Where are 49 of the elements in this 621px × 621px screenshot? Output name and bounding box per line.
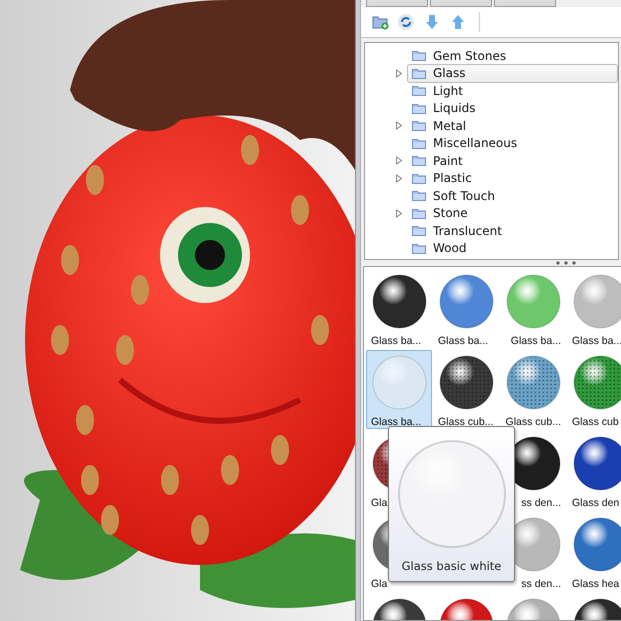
up-arrow-icon[interactable] (449, 13, 467, 31)
folder-icon (412, 138, 426, 149)
expand-arrow-icon[interactable] (395, 208, 403, 218)
folder-icon (412, 208, 426, 219)
tree-item[interactable]: Plastic (407, 168, 618, 188)
material-item[interactable]: Glass ba... (567, 269, 621, 348)
folder-icon (412, 102, 426, 114)
material-item[interactable]: ss den... (500, 431, 566, 510)
folder-icon (412, 68, 426, 79)
tree-item[interactable]: Liquids (407, 98, 618, 118)
expand-arrow-icon[interactable] (395, 174, 403, 183)
tree-item[interactable]: Metal (407, 116, 618, 136)
tree-item[interactable]: Translucent (407, 221, 618, 240)
panel-tab[interactable] (494, 0, 556, 7)
folder-icon (412, 172, 426, 184)
tree-item[interactable]: Soft Touch (407, 186, 618, 206)
folder-icon (412, 120, 426, 132)
folder-icon (412, 50, 426, 62)
material-item[interactable]: Glass cub... (433, 350, 499, 429)
material-item[interactable]: Glass ba... (366, 269, 432, 348)
folder-icon (412, 225, 426, 236)
panel-tab[interactable] (430, 0, 492, 7)
tooltip-label: Glass basic white (402, 559, 502, 573)
folder-icon (412, 190, 426, 202)
folder-icon (412, 85, 426, 96)
material-item[interactable]: ss den... (500, 512, 566, 591)
tree-item[interactable]: Wood (407, 238, 618, 258)
tree-item[interactable]: Paint (407, 151, 618, 170)
material-item[interactable]: Glass ba... (366, 350, 432, 429)
material-item[interactable]: Glass ba... (500, 269, 566, 348)
tree-item[interactable]: Light (407, 81, 618, 100)
refresh-icon[interactable] (397, 13, 415, 31)
down-arrow-icon[interactable] (423, 13, 441, 31)
material-item[interactable]: Glass hea (567, 512, 621, 591)
material-item[interactable]: Glass den (567, 431, 621, 510)
material-item[interactable]: Glass cub (567, 350, 621, 429)
tree-item[interactable]: Glass (407, 64, 618, 83)
tree-item[interactable]: Stone (407, 204, 618, 223)
panel-tab[interactable] (366, 0, 428, 7)
grip-icon[interactable] (556, 261, 576, 265)
expand-arrow-icon[interactable] (395, 121, 403, 130)
tree-item[interactable]: Miscellaneous (407, 134, 618, 153)
tree-item[interactable]: Gem Stones (407, 46, 618, 66)
folder-icon (412, 242, 426, 254)
material-item[interactable]: Glass cub... (500, 350, 566, 429)
material-item[interactable]: Glass ba... (433, 269, 499, 348)
folder-icon (412, 155, 426, 166)
expand-arrow-icon[interactable] (395, 156, 403, 166)
expand-arrow-icon[interactable] (395, 68, 403, 78)
